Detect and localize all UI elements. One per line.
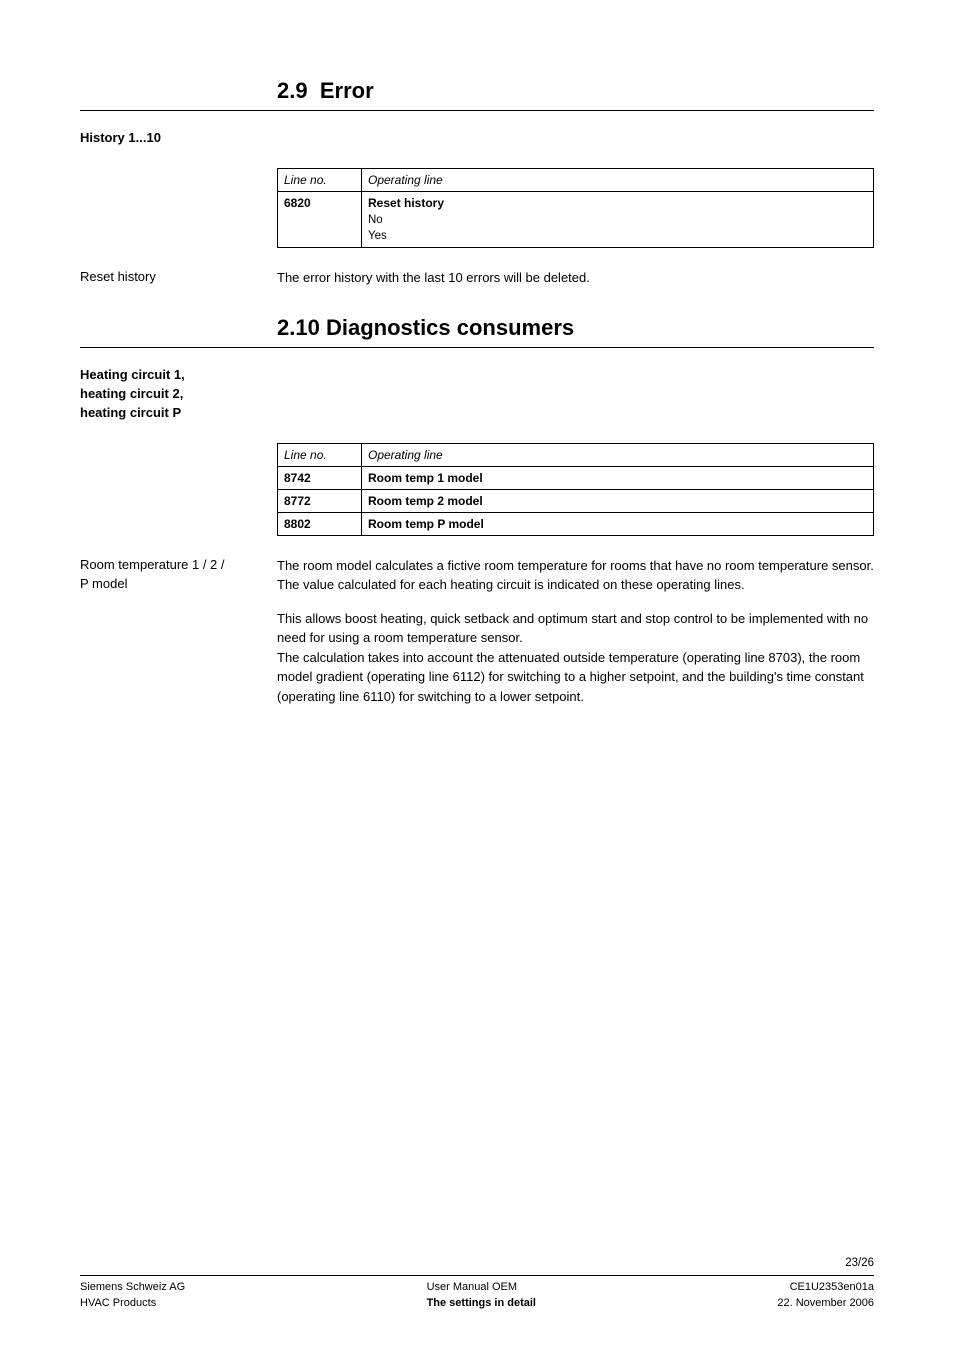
op-sub: Yes [368,228,867,245]
room-temp-label: Room temperature 1 / 2 / P model [80,556,277,721]
col-operating: Operating line [362,443,874,466]
cell-line-no: 6820 [278,191,362,247]
diagnostics-table: Line no. Operating line 8742 Room temp 1… [277,443,874,536]
cell-operating: Room temp P model [362,512,874,535]
section-number: 2.10 [277,315,320,340]
section-title: Diagnostics consumers [326,315,574,340]
table-row: 8772 Room temp 2 model [278,489,874,512]
col-line-no: Line no. [278,168,362,191]
heating-label: Heating circuit 1, heating circuit 2, he… [80,366,277,423]
table-row: 6820 Reset history No Yes [278,191,874,247]
reset-history-text: The error history with the last 10 error… [277,268,874,288]
body-paragraph: This allows boost heating, quick setback… [277,609,874,707]
footer-doc-title: User Manual OEM [427,1280,536,1295]
footer-chapter: The settings in detail [427,1296,536,1311]
reset-history-label: Reset history [80,268,277,288]
op-title: Room temp 1 model [368,471,483,485]
heating-label-line: heating circuit 2, [80,385,277,404]
op-title: Reset history [368,194,867,212]
heading-rule [80,110,874,111]
room-temp-body: The room model calculates a fictive room… [277,556,874,721]
footer-company: Siemens Schweiz AG [80,1280,185,1295]
cell-operating: Reset history No Yes [362,191,874,247]
section-heading-diagnostics: 2.10 Diagnostics consumers [277,315,874,341]
cell-line-no: 8802 [278,512,362,535]
footer-doc-id: CE1U2353en01a [777,1280,874,1295]
cell-line-no: 8742 [278,466,362,489]
section-number: 2.9 [277,78,308,103]
heating-label-line: Heating circuit 1, [80,366,277,385]
op-sub: No [368,212,867,229]
cell-operating: Room temp 2 model [362,489,874,512]
footer-division: HVAC Products [80,1296,185,1311]
cell-operating: Room temp 1 model [362,466,874,489]
table-row: 8802 Room temp P model [278,512,874,535]
col-operating: Operating line [362,168,874,191]
footer-date: 22. November 2006 [777,1296,874,1311]
page-footer: Siemens Schweiz AG HVAC Products User Ma… [80,1275,874,1311]
body-paragraph: The room model calculates a fictive room… [277,556,874,595]
history-label: History 1...10 [80,129,277,148]
heating-label-line: heating circuit P [80,404,277,423]
page-number: 23/26 [80,1257,874,1269]
room-temp-label-line: Room temperature 1 / 2 / [80,556,277,575]
room-temp-label-line: P model [80,575,277,594]
table-row: 8742 Room temp 1 model [278,466,874,489]
col-line-no: Line no. [278,443,362,466]
op-title: Room temp P model [368,517,484,531]
op-title: Room temp 2 model [368,494,483,508]
heading-rule [80,347,874,348]
cell-line-no: 8772 [278,489,362,512]
section-heading-error: 2.9 Error [277,78,874,104]
section-title: Error [320,78,374,103]
error-table: Line no. Operating line 6820 Reset histo… [277,168,874,248]
